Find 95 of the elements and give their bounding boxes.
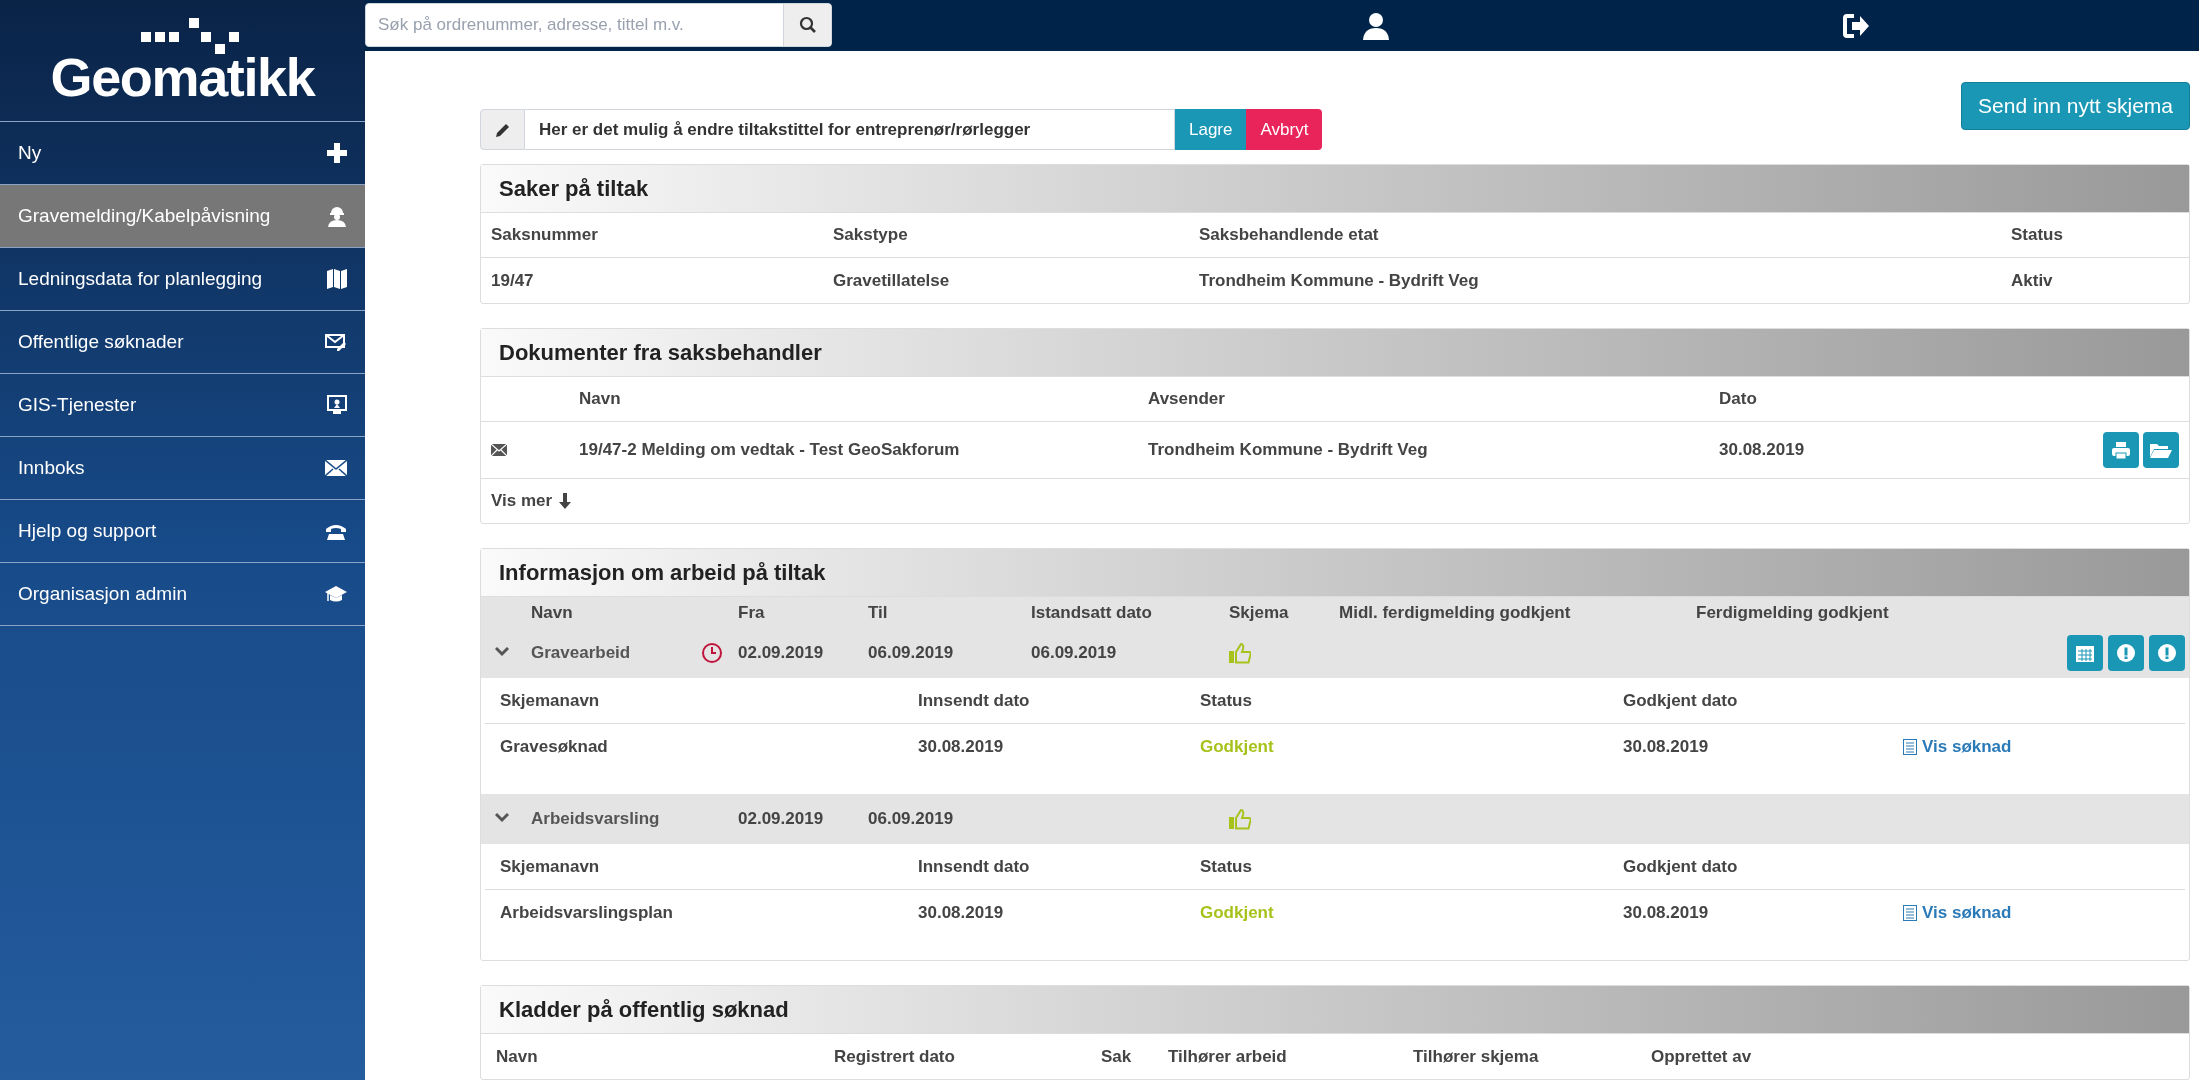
arrow-down-icon [558, 493, 573, 509]
title-input[interactable]: Her er det mulig å endre tiltakstittel for entreprenør/rørlegger [525, 109, 1175, 150]
column-header: Saksnummer [491, 224, 599, 247]
column-header: Navn [531, 601, 574, 624]
table-cell-text: 06.09.2019 [868, 808, 955, 831]
show-more-link[interactable]: Vis mer [491, 488, 573, 514]
table-cell-text: 30.08.2019 [1623, 736, 1710, 759]
column-header: Sak [1101, 1045, 1133, 1068]
column-header: Midl. ferdigmelding godkjent [1339, 601, 1572, 624]
sidebar-item[interactable]: Organisasjon admin [0, 563, 365, 626]
column-header: Skjemanavn [500, 855, 601, 878]
column-header: Innsendt dato [918, 855, 1031, 878]
table-cell-text: 19/47-2 Melding om vedtak - Test GeoSakforum [579, 439, 961, 462]
calendar-button[interactable] [2067, 635, 2103, 671]
document-icon [1903, 739, 1917, 755]
column-header: Dato [1719, 388, 1758, 411]
search-icon [798, 15, 817, 34]
folder-icon [2150, 442, 2172, 458]
status-text: Godkjent [1200, 736, 1275, 759]
status-text: Godkjent [1200, 902, 1275, 925]
table-cell-text: Trondheim Kommune - Bydrift Veg [1199, 269, 1480, 292]
column-header: Skjema [1229, 601, 1290, 624]
work-name: Arbeidsvarsling [531, 808, 661, 831]
sidebar-item[interactable]: Ledningsdata for planlegging [0, 248, 365, 311]
column-header: Til [868, 601, 889, 624]
table-cell-text: 02.09.2019 [738, 808, 825, 831]
column-header: Skjemanavn [500, 689, 601, 712]
table-cell-text: 06.09.2019 [868, 642, 955, 665]
sidebar-item[interactable]: Innboks [0, 437, 365, 500]
table-cell-text: Gravetillatelse [833, 269, 951, 292]
column-header: Innsendt dato [918, 689, 1031, 712]
column-header: Godkjent dato [1623, 689, 1739, 712]
exclamation-icon [2117, 644, 2135, 662]
column-header: Tilhører arbeid [1168, 1045, 1288, 1068]
column-header: Tilhører skjema [1413, 1045, 1540, 1068]
table-cell-text: Gravesøknad [500, 736, 609, 759]
column-header: Fra [738, 601, 766, 624]
view-application-link[interactable]: Vis søknad [1903, 734, 2185, 760]
phone-icon [325, 522, 347, 540]
exclamation-icon [2158, 644, 2176, 662]
table-cell-text: 30.08.2019 [1719, 439, 1806, 462]
monitor-icon [327, 395, 347, 415]
column-header: Opprettet av [1651, 1045, 1753, 1068]
sidebar-item[interactable]: Offentlige søknader [0, 311, 365, 374]
column-header: Saksbehandlende etat [1199, 224, 1380, 247]
plus-icon [327, 143, 347, 163]
panel-title: Kladder på offentlig søknad [499, 996, 789, 1024]
worker-icon [327, 205, 347, 227]
table-cell-text: 30.08.2019 [918, 902, 1005, 925]
alert-button[interactable] [2108, 635, 2144, 671]
table-cell-text: 02.09.2019 [738, 642, 825, 665]
column-header: Status [1200, 689, 1253, 712]
search-button[interactable] [783, 3, 831, 46]
envelope-icon [325, 460, 347, 476]
work-name: Gravearbeid [531, 642, 632, 665]
printer-icon [2112, 441, 2130, 459]
logout-icon[interactable] [1842, 12, 1870, 39]
column-header: Navn [496, 1045, 539, 1068]
alert-button[interactable] [2149, 635, 2185, 671]
sidebar-item[interactable]: Hjelp og support [0, 500, 365, 563]
column-header: Registrert dato [834, 1045, 956, 1068]
map-icon [327, 269, 347, 289]
user-icon[interactable] [1362, 11, 1390, 40]
sidebar-item[interactable]: GIS-Tjenester [0, 374, 365, 437]
envelope-icon [491, 444, 507, 456]
column-header: Istandsatt dato [1031, 601, 1153, 624]
table-cell-text: 30.08.2019 [918, 736, 1005, 759]
calendar-icon [2076, 644, 2094, 662]
graduation-cap-icon [325, 585, 347, 603]
cancel-button[interactable]: Avbryt [1246, 109, 1323, 150]
table-cell-text: 06.09.2019 [1031, 642, 1118, 665]
column-header: Godkjent dato [1623, 855, 1739, 878]
table-cell-text: Aktiv [2011, 269, 2054, 292]
open-folder-button[interactable] [2143, 432, 2179, 468]
panel-title: Saker på tiltak [499, 175, 649, 203]
pencil-button[interactable] [480, 109, 525, 150]
column-header: Ferdigmelding godkjent [1696, 601, 1890, 624]
envelope-pencil-icon [325, 333, 347, 351]
pencil-icon [494, 121, 511, 138]
logo-text: Geomatikk [50, 49, 315, 104]
column-header: Status [2011, 224, 2064, 247]
column-header: Avsender [1148, 388, 1226, 411]
table-cell-text: Arbeidsvarslingsplan [500, 902, 674, 925]
table-cell-text: Trondheim Kommune - Bydrift Veg [1148, 439, 1429, 462]
table-cell-text: 19/47 [491, 269, 535, 292]
panel-title: Informasjon om arbeid på tiltak [499, 559, 826, 587]
panel-title: Dokumenter fra saksbehandler [499, 339, 822, 367]
sidebar-item[interactable]: Gravemelding/Kabelpåvisning [0, 185, 365, 248]
column-header: Status [1200, 855, 1253, 878]
print-button[interactable] [2103, 432, 2139, 468]
column-header: Sakstype [833, 224, 909, 247]
view-application-link[interactable]: Vis søknad [1903, 900, 2185, 926]
document-icon [1903, 905, 1917, 921]
table-cell-text: 30.08.2019 [1623, 902, 1710, 925]
column-header: Navn [579, 388, 622, 411]
